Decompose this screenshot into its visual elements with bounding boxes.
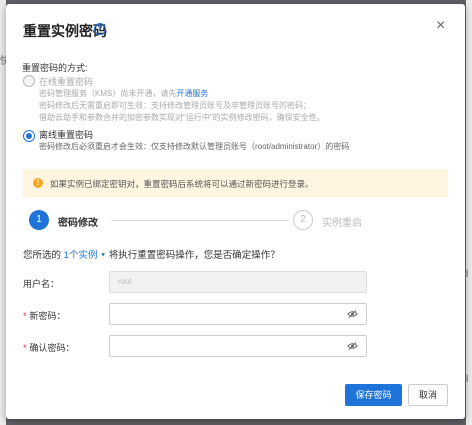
cancel-button[interactable]: 取消 (408, 384, 448, 406)
confirm-text: 您所选的 1个实例 ▼ 将执行重置密码操作，您是否确定操作？ (23, 247, 280, 261)
confirm-prefix: 您所选的 (23, 250, 62, 261)
background-text: l (466, 269, 469, 280)
online-reset-title: 在线重置密码 (39, 77, 94, 87)
offline-reset-title: 离线重置密码 (39, 130, 94, 140)
enable-service-link[interactable]: 开通服务 (176, 89, 208, 98)
save-password-button[interactable]: 保存密码 (345, 384, 402, 406)
instance-count-label: 1个实例 (63, 250, 98, 261)
eye-off-icon[interactable] (347, 341, 358, 351)
eye-off-icon[interactable] (347, 309, 358, 319)
new-password-field[interactable] (109, 303, 367, 325)
step-connector (111, 220, 289, 221)
username-label: 用户名： (23, 279, 60, 289)
instance-count-dropdown[interactable]: 1个实例 ▼ (64, 250, 106, 261)
step-1-circle: 1 (29, 210, 49, 230)
background-text: l (466, 374, 469, 385)
new-password-label: * 新密码： (23, 309, 66, 322)
step-1-label: 密码修改 (58, 218, 98, 229)
radio-offline-reset[interactable] (23, 130, 35, 142)
new-password-label-text: 新密码： (29, 311, 66, 321)
warning-alert: ! 如果实例已绑定密钥对，重置密码后系统将可以通过新密码进行登录。 (23, 169, 448, 197)
reset-password-dialog: 重置实例密码 ? × 重置密码的方式: 在线重置密码 密码管理服务（KMS）尚未… (6, 4, 465, 419)
warning-text: 如果实例已绑定密钥对，重置密码后系统将可以通过新密码进行登录。 (50, 179, 314, 189)
confirm-password-input[interactable] (110, 336, 346, 354)
offline-reset-desc: 密码修改后必须重启才会生效：仅支持修改默认管理员账号（root/administ… (39, 142, 350, 151)
confirm-password-field[interactable] (109, 335, 367, 357)
username-field: root (109, 271, 367, 293)
close-icon[interactable]: × (436, 17, 445, 35)
help-icon[interactable]: ? (94, 23, 106, 35)
background-right: l l (466, 0, 472, 425)
kms-desc-text: 密码管理服务（KMS）尚未开通，请先 (39, 89, 177, 98)
username-value: root (118, 277, 132, 286)
online-reset-desc-security: 借助云助手和参数合并的加密参数实现对"运行中"的实例修改密码，确保安全性。 (39, 113, 325, 122)
radio-online-reset[interactable] (23, 75, 35, 87)
confirm-password-label: * 确认密码： (23, 341, 75, 354)
warning-icon: ! (33, 178, 43, 188)
online-reset-desc-kms: 密码管理服务（KMS）尚未开通，请先开通服务 (39, 88, 208, 99)
required-mark: * (23, 311, 27, 321)
required-mark: * (23, 343, 27, 353)
online-reset-desc-effect: 密码修改后无需重启即可生效：支持修改管理员账号及非管理员账号的密码； (39, 101, 311, 110)
chevron-down-icon: ▼ (100, 252, 107, 259)
confirm-suffix: 将执行重置密码操作，您是否确定操作？ (108, 250, 280, 261)
step-2-circle: 2 (293, 210, 313, 230)
confirm-password-label-text: 确认密码： (29, 343, 75, 353)
reset-method-label: 重置密码的方式: (22, 63, 88, 73)
step-2-label: 实例重启 (322, 218, 362, 229)
new-password-input[interactable] (110, 304, 346, 322)
